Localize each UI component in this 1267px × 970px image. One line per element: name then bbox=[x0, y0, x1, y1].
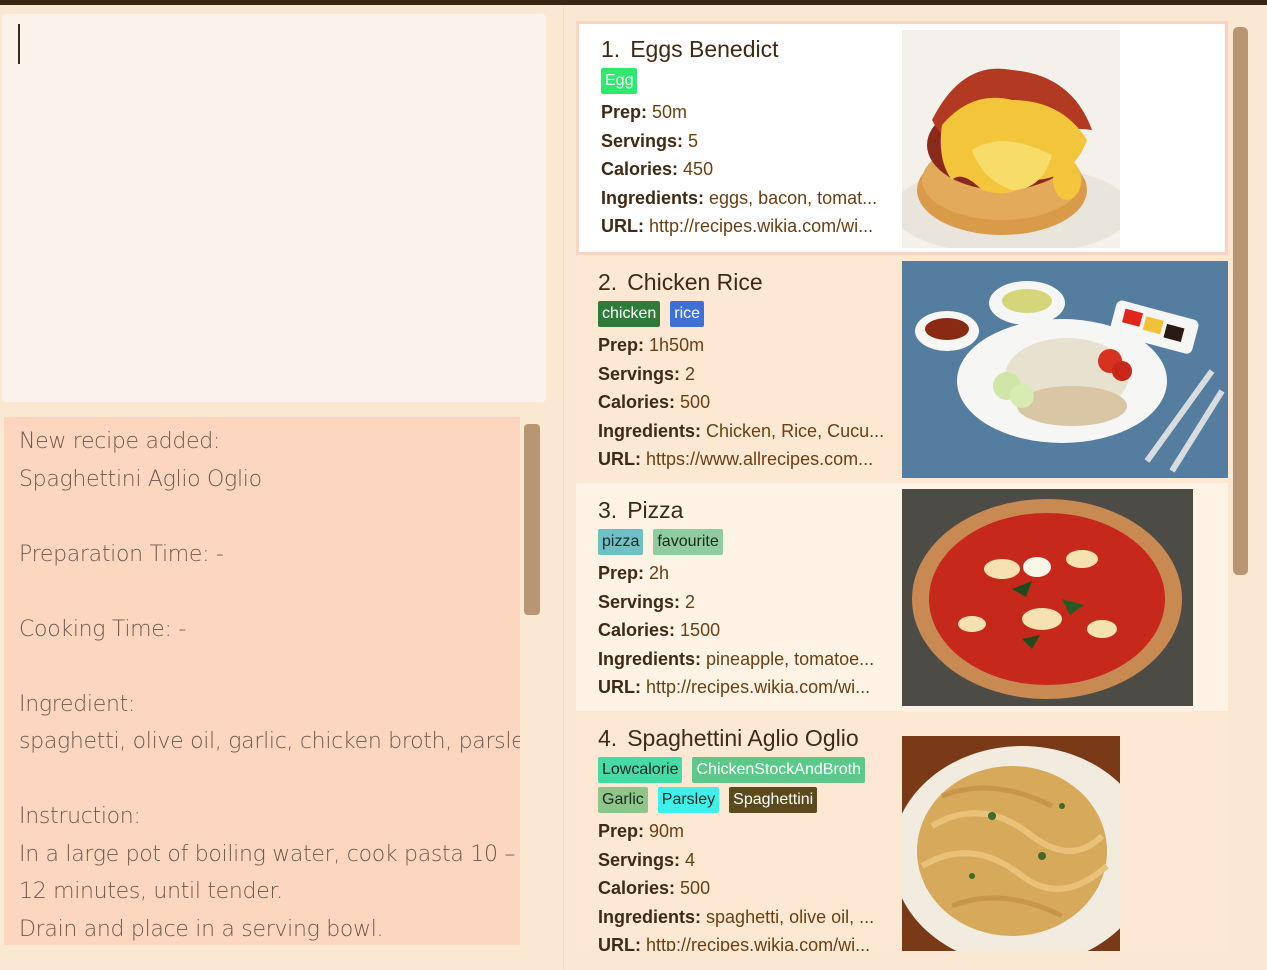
recipe-card[interactable]: 2. Chicken Rice chicken rice Prep: 1h50m … bbox=[576, 255, 1228, 483]
result-line: 12 minutes, until tender. bbox=[19, 879, 283, 904]
text-caret bbox=[18, 24, 20, 64]
recipe-calories: Calories: 450 bbox=[601, 159, 714, 179]
tag: favourite bbox=[653, 529, 723, 555]
tag: pizza bbox=[598, 529, 644, 555]
recipe-tags: chicken rice bbox=[598, 301, 898, 327]
result-line: Cooking Time: - bbox=[19, 616, 186, 642]
result-line: New recipe added: bbox=[19, 429, 220, 454]
result-line: In a large pot of boiling water, cook pa… bbox=[19, 841, 516, 867]
recipe-tags: Lowcalorie ChickenStockAndBroth Garlic P… bbox=[598, 757, 898, 813]
result-line bbox=[19, 498, 514, 536]
recipe-ingredients: Ingredients: pineapple, tomatoe... bbox=[598, 648, 875, 669]
pizza-photo bbox=[902, 489, 1193, 706]
eggs-benedict-photo bbox=[902, 30, 1120, 248]
recipe-tags: Egg bbox=[601, 68, 901, 94]
recipe-ingredients: Ingredients: spaghetti, olive oil, ... bbox=[598, 906, 875, 927]
recipe-prep: Prep: 50m bbox=[601, 102, 688, 122]
result-line bbox=[19, 761, 514, 799]
recipe-calories: Calories: 500 bbox=[598, 392, 711, 412]
result-line: spaghetti, olive oil, garlic, chicken br… bbox=[19, 729, 520, 754]
result-display[interactable]: New recipe added: Spaghettini Aglio Ogli… bbox=[4, 417, 520, 945]
result-line bbox=[19, 648, 514, 686]
tag: Egg bbox=[601, 68, 638, 94]
tag: Parsley bbox=[657, 787, 720, 813]
recipe-prep: Prep: 90m bbox=[598, 821, 685, 841]
recipe-title: 3. Pizza bbox=[598, 497, 684, 523]
result-scrollbar[interactable] bbox=[524, 424, 540, 615]
recipe-servings: Servings: 2 bbox=[598, 591, 696, 612]
recipe-card[interactable]: 4. Spaghettini Aglio Oglio Lowcalorie Chi… bbox=[576, 711, 1228, 951]
recipe-title: 2. Chicken Rice bbox=[598, 269, 763, 295]
spaghettini-photo bbox=[902, 736, 1120, 951]
recipe-url: URL: https://www.allrecipes.com... bbox=[598, 449, 874, 469]
recipe-servings: Servings: 4 bbox=[598, 849, 696, 870]
recipe-title: 1. Eggs Benedict bbox=[601, 36, 779, 62]
recipe-servings: Servings: 5 bbox=[601, 130, 699, 151]
recipe-title: 4. Spaghettini Aglio Oglio bbox=[598, 725, 859, 751]
recipe-card[interactable]: 1. Eggs Benedict Egg Prep: 50m Servings: … bbox=[576, 21, 1228, 255]
recipe-url: URL: http://recipes.wikia.com/wi... bbox=[598, 677, 871, 697]
tag: ChickenStockAndBroth bbox=[692, 757, 866, 783]
recipe-prep: Prep: 1h50m bbox=[598, 335, 705, 355]
tag: chicken bbox=[598, 301, 661, 327]
result-line bbox=[19, 573, 514, 611]
tag: Spaghettini bbox=[729, 787, 818, 813]
recipe-list-scrollbar[interactable] bbox=[1233, 27, 1248, 575]
result-text: New recipe added: Spaghettini Aglio Ogli… bbox=[19, 423, 520, 945]
recipe-prep: Prep: 2h bbox=[598, 563, 670, 583]
recipe-url: URL: http://recipes.wikia.com/wi... bbox=[601, 216, 874, 236]
tag: Garlic bbox=[598, 787, 648, 813]
result-line: Preparation Time: - bbox=[19, 541, 224, 567]
panel-divider bbox=[563, 5, 564, 970]
recipe-calories: Calories: 500 bbox=[598, 878, 711, 898]
chicken-rice-photo bbox=[902, 261, 1228, 478]
recipe-tags: pizza favourite bbox=[598, 529, 898, 555]
recipe-ingredients: Ingredients: Chicken, Rice, Cucu... bbox=[598, 420, 885, 441]
tag: Lowcalorie bbox=[598, 757, 683, 783]
recipe-servings: Servings: 2 bbox=[598, 363, 696, 384]
result-line: Drain and place in a serving bowl. bbox=[19, 916, 384, 942]
command-input-box[interactable] bbox=[2, 14, 546, 402]
result-line: Spaghettini Aglio Oglio bbox=[19, 466, 262, 492]
result-line: Ingredient: bbox=[19, 691, 136, 717]
recipe-calories: Calories: 1500 bbox=[598, 620, 721, 640]
tag: rice bbox=[670, 301, 705, 327]
recipe-list[interactable]: 1. Eggs Benedict Egg Prep: 50m Servings: … bbox=[576, 5, 1228, 951]
recipe-card[interactable]: 3. Pizza pizza favourite Prep: 2h Serving… bbox=[576, 483, 1228, 711]
recipe-ingredients: Ingredients: eggs, bacon, tomat... bbox=[601, 187, 878, 208]
recipe-url: URL: http://recipes.wikia.com/wi... bbox=[598, 935, 871, 951]
result-line: Instruction: bbox=[19, 804, 141, 829]
